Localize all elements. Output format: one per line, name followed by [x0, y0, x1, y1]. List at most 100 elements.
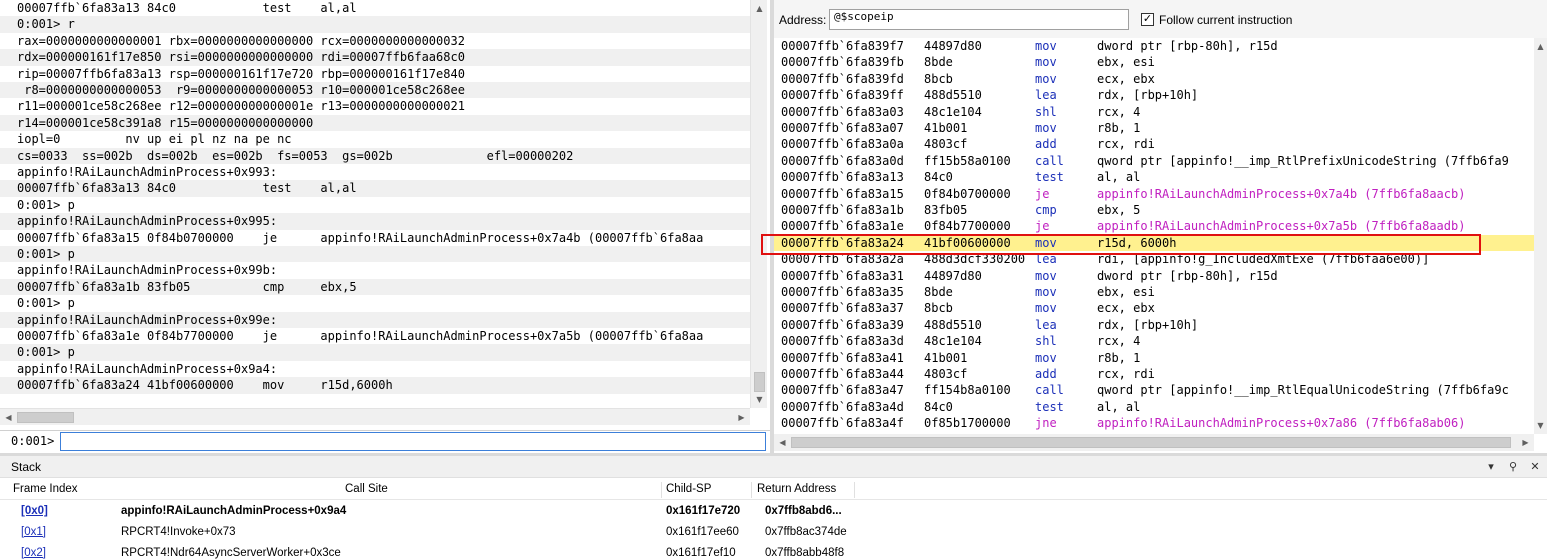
disassembly-row[interactable]: 00007ffb`6fa83a4f 0f85b1700000 jne appinfo!… — [774, 415, 1534, 431]
instruction-mnemonic: je — [1035, 219, 1050, 234]
scroll-down-icon[interactable]: ▼ — [751, 391, 768, 408]
command-output-line: 0:001> r — [0, 16, 750, 33]
column-call-site[interactable]: Call Site — [345, 483, 388, 495]
instruction-bytes: 48c1e104 — [924, 334, 982, 349]
scroll-right-icon[interactable]: ▶ — [733, 409, 750, 426]
instruction-address: 00007ffb`6fa839ff — [781, 88, 904, 103]
disassembly-row[interactable]: 00007ffb`6fa83a44 4803cf add rcx, rdi — [774, 366, 1534, 382]
disassembly-row[interactable]: 00007ffb`6fa83a3d 48c1e104 shl rcx, 4 — [774, 333, 1534, 349]
chevron-down-icon[interactable]: ▾ — [1483, 459, 1499, 475]
instruction-bytes: ff15b58a0100 — [924, 153, 1011, 168]
disassembly-row[interactable]: 00007ffb`6fa83a4d 84c0 test al, al — [774, 399, 1534, 415]
close-icon[interactable]: ✕ — [1527, 459, 1543, 475]
instruction-address: 00007ffb`6fa83a03 — [781, 104, 904, 119]
instruction-address: 00007ffb`6fa83a44 — [781, 367, 904, 381]
instruction-operands: ebx, esi — [1097, 285, 1155, 299]
instruction-address: 00007ffb`6fa83a3d — [781, 334, 904, 349]
stack-frame-row[interactable]: [0x2] RPCRT4!Ndr64AsyncServerWorker+0x3ce… — [0, 543, 1547, 559]
disassembly-row[interactable]: 00007ffb`6fa83a03 48c1e104 shl rcx, 4 — [774, 104, 1534, 120]
disassembly-row[interactable]: 00007ffb`6fa839fb 8bde mov ebx, esi — [774, 54, 1534, 70]
stack-window: Stack ▾ ⚲ ✕ Frame Index Call Site Child-… — [0, 456, 1547, 559]
command-prompt-label: 0:001> — [11, 434, 55, 448]
disassembly-row[interactable]: 00007ffb`6fa83a0a 4803cf add rcx, rdi — [774, 136, 1534, 152]
instruction-bytes: 41b001 — [924, 121, 968, 135]
disassembly-row[interactable]: 00007ffb`6fa839ff 488d5510 lea rdx, [rbp+10… — [774, 87, 1534, 103]
column-frame-index[interactable]: Frame Index — [13, 483, 78, 495]
instruction-bytes: ff154b8a0100 — [924, 383, 1011, 398]
instruction-operands: rdi, [appinfo!g_IncludedXmtExe (7ffb6faa… — [1097, 252, 1430, 267]
command-output-line: 0:001> p — [17, 296, 75, 311]
disassembly-row[interactable]: 00007ffb`6fa83a07 41b001 mov r8b, 1 — [774, 120, 1534, 136]
command-output-line: rax=0000000000000001 rbx=000000000000000… — [17, 33, 465, 48]
pin-icon[interactable]: ⚲ — [1505, 459, 1521, 475]
disassembly-row[interactable]: 00007ffb`6fa839f7 44897d80 mov dword ptr [r… — [774, 38, 1534, 54]
disassembly-row[interactable]: 00007ffb`6fa83a37 8bcb mov ecx, ebx — [774, 300, 1534, 316]
disassembly-row[interactable]: 00007ffb`6fa83a15 0f84b0700000 je appinfo!R… — [774, 186, 1534, 202]
address-label: Address: — [779, 13, 827, 27]
scroll-thumb[interactable] — [754, 372, 765, 392]
frame-index-link[interactable]: [0x0] — [21, 505, 48, 517]
instruction-mnemonic: call — [1035, 153, 1064, 168]
scroll-thumb[interactable] — [791, 437, 1511, 448]
instruction-operands[interactable]: appinfo!RAiLaunchAdminProcess+0x7a5b (7f… — [1097, 218, 1465, 234]
command-horizontal-scrollbar[interactable]: ◀ ▶ — [0, 408, 750, 425]
instruction-mnemonic: mov — [1035, 39, 1057, 53]
scroll-left-icon[interactable]: ◀ — [0, 409, 17, 426]
instruction-operands[interactable]: appinfo!RAiLaunchAdminProcess+0x7a4b (7f… — [1097, 186, 1465, 202]
disassembly-vertical-scrollbar[interactable]: ▲ ▼ — [1534, 38, 1547, 434]
disassembly-row[interactable]: 00007ffb`6fa83a35 8bde mov ebx, esi — [774, 284, 1534, 300]
disassembly-current-row[interactable]: 00007ffb`6fa83a24 41bf00600000 mov r15d, 60… — [774, 234, 1534, 252]
instruction-bytes: 48c1e104 — [924, 104, 982, 119]
instruction-bytes: 44897d80 — [924, 268, 982, 283]
column-separator[interactable] — [854, 482, 855, 498]
disassembly-row[interactable]: 00007ffb`6fa83a13 84c0 test al, al — [774, 169, 1534, 185]
frame-index-link[interactable]: [0x2] — [21, 547, 46, 559]
disassembly-row[interactable]: 00007ffb`6fa83a47 ff154b8a0100 call qword p… — [774, 382, 1534, 398]
follow-instruction-checkbox[interactable]: ✓ — [1141, 13, 1154, 26]
instruction-operands: dword ptr [rbp-80h], r15d — [1097, 39, 1278, 53]
stack-frame-row[interactable]: [0x0] appinfo!RAiLaunchAdminProcess+0x9a4… — [0, 501, 1547, 522]
instruction-mnemonic: add — [1035, 367, 1057, 381]
instruction-bytes: 4803cf — [924, 367, 968, 381]
command-output[interactable]: 00007ffb`6fa83a13 84c0 test al,al 0:001> … — [0, 0, 750, 408]
disassembly-row[interactable]: 00007ffb`6fa83a31 44897d80 mov dword ptr [r… — [774, 268, 1534, 284]
disassembly-row[interactable]: 00007ffb`6fa83a2a 488d3dcf330200 lea rdi, [… — [774, 251, 1534, 267]
scroll-up-icon[interactable]: ▲ — [1532, 38, 1547, 55]
disassembly-listing[interactable]: 00007ffb`6fa839f7 44897d80 mov dword ptr [r… — [774, 38, 1534, 434]
scroll-left-icon[interactable]: ◀ — [774, 434, 791, 451]
return-address: 0x7ffb8abd6... — [765, 505, 842, 517]
instruction-operands[interactable]: appinfo!RAiLaunchAdminProcess+0x7a86 (7f… — [1097, 415, 1465, 431]
disassembly-row[interactable]: 00007ffb`6fa83a41 41b001 mov r8b, 1 — [774, 350, 1534, 366]
return-address: 0x7ffb8ac374de — [765, 526, 847, 538]
scroll-down-icon[interactable]: ▼ — [1532, 417, 1547, 434]
column-separator[interactable] — [751, 482, 752, 498]
column-separator[interactable] — [661, 482, 662, 498]
follow-instruction-label: Follow current instruction — [1159, 13, 1293, 27]
stack-frame-row[interactable]: [0x1] RPCRT4!Invoke+0x73 0x161f17ee60 0x7ff… — [0, 522, 1547, 543]
instruction-bytes: 488d5510 — [924, 317, 982, 332]
disassembly-row[interactable]: 00007ffb`6fa839fd 8bcb mov ecx, ebx — [774, 71, 1534, 87]
disassembly-row[interactable]: 00007ffb`6fa83a39 488d5510 lea rdx, [rbp+10… — [774, 317, 1534, 333]
instruction-operands: ebx, esi — [1097, 55, 1155, 70]
instruction-address: 00007ffb`6fa83a1b — [781, 203, 904, 217]
column-return-address[interactable]: Return Address — [757, 483, 836, 495]
instruction-operands: qword ptr [appinfo!__imp_RtlPrefixUnicod… — [1097, 153, 1509, 168]
scroll-up-icon[interactable]: ▲ — [751, 0, 768, 17]
column-child-sp[interactable]: Child-SP — [666, 483, 711, 495]
command-vertical-scrollbar[interactable]: ▲ ▼ — [750, 0, 767, 408]
instruction-bytes: 44897d80 — [924, 39, 982, 53]
scroll-thumb[interactable] — [17, 412, 74, 423]
disassembly-row[interactable]: 00007ffb`6fa83a0d ff15b58a0100 call qword p… — [774, 153, 1534, 169]
disassembly-horizontal-scrollbar[interactable]: ◀ ▶ — [774, 434, 1534, 451]
command-prompt-row: 0:001> — [0, 430, 770, 451]
command-output-line: appinfo!RAiLaunchAdminProcess+0x993: — [17, 165, 278, 179]
disassembly-row[interactable]: 00007ffb`6fa83a1b 83fb05 cmp ebx, 5 — [774, 202, 1534, 218]
command-input[interactable] — [60, 432, 766, 451]
instruction-address: 00007ffb`6fa83a35 — [781, 285, 904, 299]
check-icon: ✓ — [1142, 13, 1153, 25]
frame-index-link[interactable]: [0x1] — [21, 526, 46, 538]
scroll-right-icon[interactable]: ▶ — [1517, 434, 1534, 451]
disassembly-row[interactable]: 00007ffb`6fa83a1e 0f84b7700000 je appinfo!R… — [774, 218, 1534, 234]
address-input[interactable]: @$scopeip — [829, 9, 1129, 30]
instruction-address: 00007ffb`6fa83a07 — [781, 121, 904, 135]
